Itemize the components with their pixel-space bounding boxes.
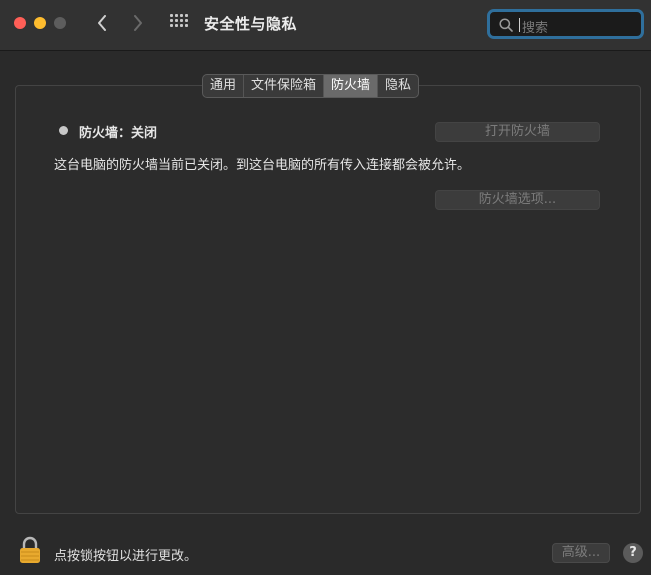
close-window-button[interactable] — [14, 17, 26, 29]
help-button[interactable]: ? — [623, 543, 643, 563]
advanced-button[interactable]: 高级... — [552, 543, 610, 563]
tab-bar: 通用 文件保险箱 防火墙 隐私 — [202, 74, 420, 98]
content-panel — [15, 85, 641, 514]
show-all-button[interactable] — [170, 14, 188, 32]
firewall-status-label: 防火墙：关闭 — [79, 126, 158, 141]
window-title: 安全性与隐私 — [204, 15, 298, 33]
chevron-left-icon — [98, 15, 106, 31]
firewall-status-indicator — [59, 126, 68, 135]
firewall-description: 这台电脑的防火墙当前已关闭。到这台电脑的所有传入连接都会被允许。 — [54, 158, 471, 173]
turn-on-firewall-button[interactable]: 打开防火墙 — [435, 122, 600, 142]
forward-button[interactable] — [127, 12, 149, 34]
search-field[interactable]: 搜索 — [487, 9, 644, 39]
preferences-window: 安全性与隐私 搜索 通用 文件保险箱 防火墙 隐私 防火墙：关闭 打开防火墙 这… — [0, 0, 651, 575]
toolbar: 安全性与隐私 搜索 — [0, 0, 651, 51]
firewall-options-button[interactable]: 防火墙选项... — [435, 190, 600, 210]
tab-firewall[interactable]: 防火墙 — [324, 75, 379, 97]
tab-privacy[interactable]: 隐私 — [378, 75, 418, 97]
grid-icon — [170, 14, 188, 32]
lock-hint-text: 点按锁按钮以进行更改。 — [54, 549, 198, 564]
zoom-window-button[interactable] — [54, 17, 66, 29]
search-placeholder: 搜索 — [522, 21, 549, 36]
chevron-right-icon — [134, 15, 142, 31]
minimize-window-button[interactable] — [34, 17, 46, 29]
back-button[interactable] — [91, 12, 113, 34]
search-icon — [499, 18, 513, 32]
lock-icon[interactable] — [19, 536, 41, 564]
tab-general[interactable]: 通用 — [203, 75, 245, 97]
text-caret — [519, 18, 520, 32]
tab-filevault[interactable]: 文件保险箱 — [244, 75, 325, 97]
